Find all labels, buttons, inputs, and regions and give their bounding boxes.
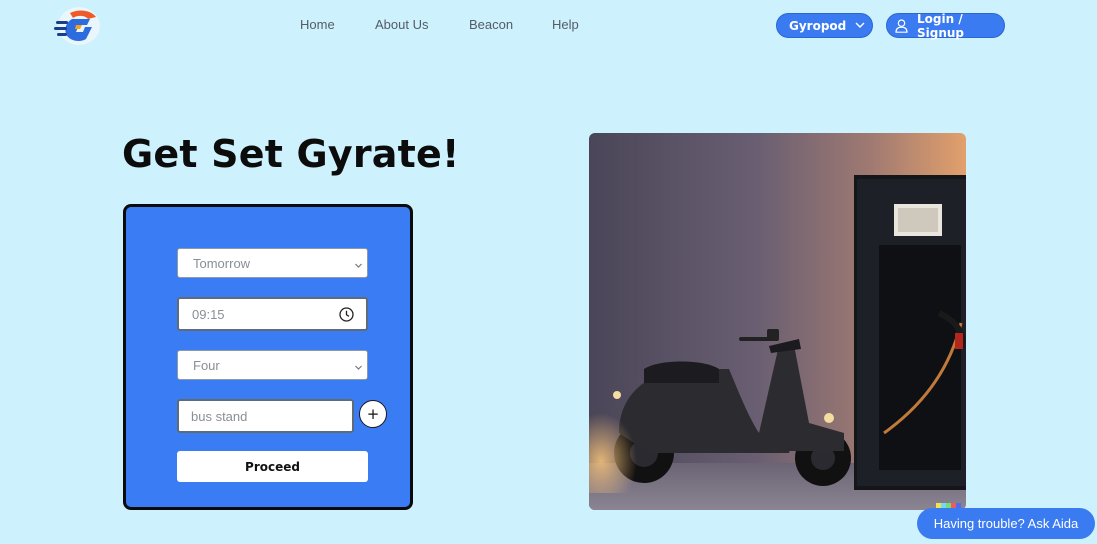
gyrate-logo[interactable] bbox=[52, 5, 102, 47]
plus-icon: + bbox=[366, 405, 380, 423]
chevron-down-icon bbox=[354, 360, 363, 375]
hero-title: Get Set Gyrate! bbox=[122, 132, 460, 176]
product-dropdown-button[interactable]: Gyropod bbox=[776, 13, 873, 38]
clock-icon[interactable] bbox=[339, 307, 354, 325]
nav-about-us[interactable]: About Us bbox=[375, 17, 428, 32]
booking-form: Tomorrow 09:15 Four bus stand + Proceed bbox=[123, 204, 413, 510]
time-input[interactable]: 09:15 bbox=[177, 297, 368, 331]
day-select-value: Tomorrow bbox=[193, 255, 251, 271]
chevron-down-icon bbox=[855, 22, 865, 29]
nav-home[interactable]: Home bbox=[300, 17, 335, 32]
count-select[interactable]: Four bbox=[177, 350, 368, 380]
day-select[interactable]: Tomorrow bbox=[177, 248, 368, 278]
proceed-button[interactable]: Proceed bbox=[177, 451, 368, 482]
location-input[interactable]: bus stand bbox=[177, 399, 354, 433]
location-placeholder: bus stand bbox=[191, 408, 248, 424]
help-chat-button[interactable]: Having trouble? Ask Aida bbox=[917, 508, 1095, 539]
login-signup-label: Login / Signup bbox=[917, 11, 965, 40]
nav-beacon[interactable]: Beacon bbox=[469, 17, 513, 32]
scooter-charging-image bbox=[589, 133, 966, 510]
add-stop-button[interactable]: + bbox=[359, 400, 387, 428]
user-icon bbox=[895, 18, 908, 33]
chevron-down-icon bbox=[354, 258, 363, 273]
product-dropdown-label: Gyropod bbox=[789, 18, 847, 33]
count-select-value: Four bbox=[193, 357, 220, 373]
time-input-value: 09:15 bbox=[192, 306, 225, 322]
login-signup-button[interactable]: Login / Signup bbox=[886, 11, 1005, 40]
nav-help[interactable]: Help bbox=[552, 17, 579, 32]
